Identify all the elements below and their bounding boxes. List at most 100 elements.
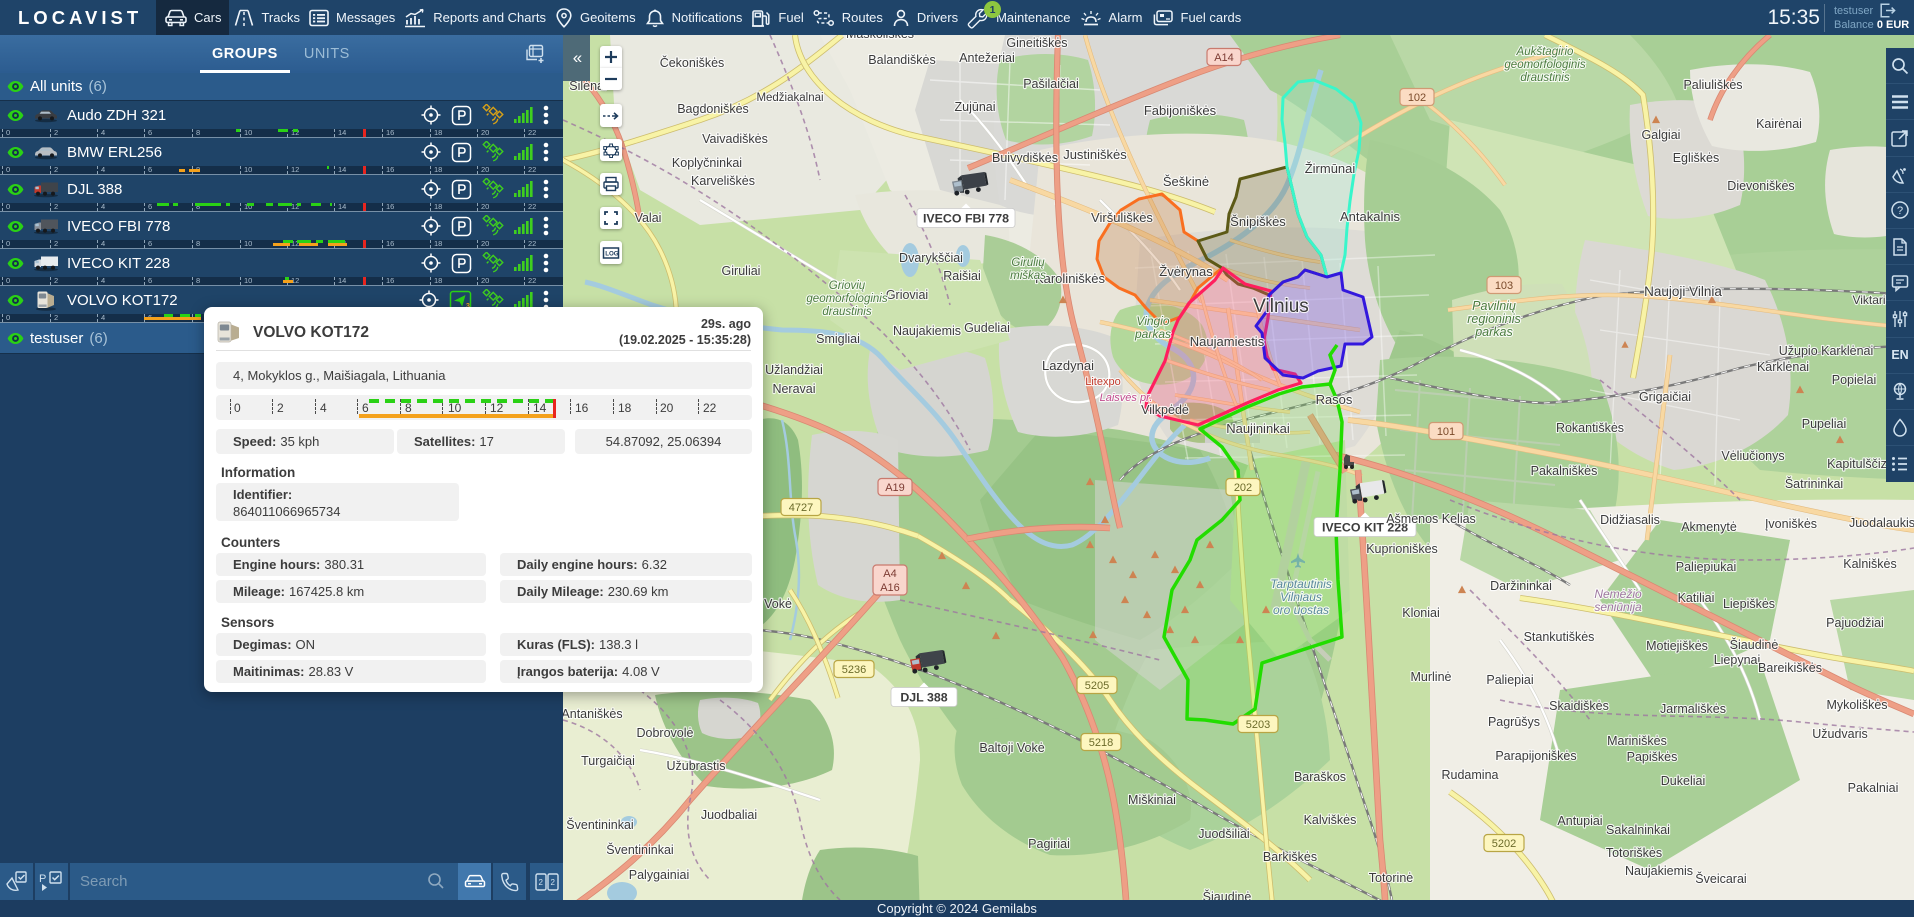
svg-text:miškas: miškas — [1010, 270, 1046, 282]
svg-text:4727: 4727 — [789, 502, 813, 514]
svg-text:Užlandžiai: Užlandžiai — [765, 363, 823, 377]
svg-text:Barkiškės: Barkiškės — [1263, 850, 1317, 864]
svg-text:Justiniškės: Justiniškės — [1063, 147, 1127, 162]
svg-text:draustinis: draustinis — [1520, 72, 1569, 84]
svg-text:Koplyčninkai: Koplyčninkai — [672, 156, 742, 170]
svg-text:Naujamiestis: Naujamiestis — [1190, 334, 1265, 349]
svg-text:regioninis: regioninis — [1467, 312, 1521, 326]
svg-text:Vokė: Vokė — [764, 597, 792, 611]
svg-text:Pakalniškės: Pakalniškės — [1531, 464, 1598, 478]
svg-text:Liepynai: Liepynai — [1714, 653, 1761, 667]
svg-text:Papiškės: Papiškės — [1627, 750, 1678, 764]
svg-text:Dievoniškės: Dievoniškės — [1727, 179, 1794, 193]
svg-text:Naujakiemis: Naujakiemis — [1625, 864, 1693, 878]
svg-text:102: 102 — [1408, 92, 1426, 104]
svg-text:Bagdoniškės: Bagdoniškės — [677, 102, 749, 116]
svg-text:Antupiai: Antupiai — [1557, 814, 1602, 828]
svg-text:seniūnija: seniūnija — [1594, 600, 1642, 614]
svg-text:Šiaudinė: Šiaudinė — [1203, 889, 1252, 900]
svg-text:2: 2 — [538, 878, 543, 887]
svg-text:Šveicarai: Šveicarai — [1695, 871, 1746, 886]
svg-text:Karveliškės: Karveliškės — [691, 174, 755, 188]
svg-text:101: 101 — [1437, 426, 1455, 438]
svg-text:Grigaičiai: Grigaičiai — [1639, 390, 1691, 404]
svg-text:Murlinė: Murlinė — [1411, 670, 1452, 684]
svg-text:Kuprioniškės: Kuprioniškės — [1366, 542, 1438, 556]
svg-text:5218: 5218 — [1089, 737, 1113, 749]
svg-text:Girulių: Girulių — [1011, 257, 1045, 269]
svg-text:oro uostas: oro uostas — [1273, 603, 1329, 617]
svg-text:Šventininkai: Šventininkai — [566, 817, 633, 832]
svg-text:Vilkpėdė: Vilkpėdė — [1141, 403, 1189, 417]
svg-text:Litexpo: Litexpo — [1085, 376, 1120, 388]
svg-text:Zujūnai: Zujūnai — [955, 100, 996, 114]
svg-text:Pajuodžiai: Pajuodžiai — [1826, 616, 1884, 630]
svg-text:Palygainiai: Palygainiai — [629, 868, 689, 882]
svg-text:A4: A4 — [883, 568, 896, 580]
svg-text:Kloniai: Kloniai — [1402, 606, 1440, 620]
svg-text:Rokantiškės: Rokantiškės — [1556, 421, 1624, 435]
svg-text:Antežeriai: Antežeriai — [959, 51, 1015, 65]
svg-text:Fabijoniškės: Fabijoniškės — [1144, 103, 1217, 118]
svg-text:Egliškės: Egliškės — [1673, 151, 1720, 165]
svg-text:?: ? — [1897, 205, 1903, 217]
svg-text:Parapijoniškės: Parapijoniškės — [1495, 749, 1576, 763]
svg-text:Juodbaliai: Juodbaliai — [701, 808, 757, 822]
svg-text:Čekoniškės: Čekoniškės — [660, 55, 725, 70]
svg-text:Žirmūnai: Žirmūnai — [1305, 161, 1356, 176]
svg-text:Naujoji Vilnia: Naujoji Vilnia — [1644, 284, 1722, 299]
svg-text:Rudamina: Rudamina — [1442, 768, 1499, 782]
svg-text:Balandiškės: Balandiškės — [868, 53, 935, 67]
svg-text:Valai: Valai — [635, 211, 662, 225]
svg-text:IVECO FBI 778: IVECO FBI 778 — [923, 212, 1009, 226]
svg-text:202: 202 — [1234, 482, 1252, 494]
svg-text:Žvėrynas: Žvėrynas — [1159, 264, 1213, 279]
svg-text:Motiejiškės: Motiejiškės — [1646, 639, 1708, 653]
svg-text:Bareikiškės: Bareikiškės — [1758, 661, 1822, 675]
svg-text:Stankutiškės: Stankutiškės — [1524, 630, 1595, 644]
svg-text:Dobrovolė: Dobrovolė — [637, 726, 694, 740]
svg-text:A16: A16 — [880, 582, 900, 594]
svg-text:Dvarykščiai: Dvarykščiai — [899, 251, 963, 265]
svg-text:draustinis: draustinis — [822, 306, 871, 318]
svg-text:parkas: parkas — [1474, 325, 1513, 339]
svg-text:Vėliučionys: Vėliučionys — [1721, 449, 1784, 463]
svg-text:Totoriškės: Totoriškės — [1606, 846, 1662, 860]
svg-text:Tarptautinis: Tarptautinis — [1270, 577, 1332, 591]
svg-text:Šnipiškės: Šnipiškės — [1230, 214, 1286, 229]
svg-text:Sakalninkai: Sakalninkai — [1606, 823, 1670, 837]
svg-text:Neravai: Neravai — [772, 382, 815, 396]
svg-text:5205: 5205 — [1085, 680, 1109, 692]
svg-text:P: P — [39, 873, 46, 885]
svg-text:Pupeliai: Pupeliai — [1802, 417, 1846, 431]
svg-text:Vingio: Vingio — [1136, 314, 1169, 328]
svg-text:Dukeliai: Dukeliai — [1661, 774, 1705, 788]
svg-text:Vilnius: Vilnius — [1253, 296, 1309, 317]
svg-text:Įvoniškės: Įvoniškės — [1765, 517, 1817, 531]
svg-text:Griovių: Griovių — [829, 280, 866, 292]
svg-text:geomorfologinis: geomorfologinis — [1504, 59, 1585, 71]
svg-text:Skaidiškės: Skaidiškės — [1549, 699, 1609, 713]
svg-text:geomorfologinis: geomorfologinis — [806, 293, 887, 305]
svg-text:Šventininkai: Šventininkai — [606, 842, 673, 857]
svg-text:LOG: LOG — [605, 250, 619, 257]
svg-text:103: 103 — [1495, 280, 1513, 292]
svg-text:Viršuliškės: Viršuliškės — [1091, 210, 1153, 225]
svg-text:Kapitulščiz: Kapitulščiz — [1827, 457, 1887, 471]
svg-text:Vaivadiškės: Vaivadiškės — [702, 132, 768, 146]
svg-text:Šiaudinė: Šiaudinė — [1730, 637, 1779, 652]
svg-text:Jarmališkės: Jarmališkės — [1660, 702, 1726, 716]
svg-text:Gudeliai: Gudeliai — [964, 321, 1010, 335]
svg-text:Antakalnis: Antakalnis — [1340, 209, 1400, 224]
svg-text:Popielai: Popielai — [1832, 373, 1876, 387]
svg-text:Miškiniai: Miškiniai — [1128, 793, 1176, 807]
svg-text:Rasos: Rasos — [1316, 392, 1353, 407]
svg-text:Antaniškės: Antaniškės — [563, 707, 623, 721]
svg-text:Karklėnai: Karklėnai — [1757, 360, 1809, 374]
svg-text:Kalniškės: Kalniškės — [1843, 557, 1897, 571]
svg-text:Užudvaris: Užudvaris — [1812, 727, 1868, 741]
svg-text:5203: 5203 — [1246, 719, 1270, 731]
svg-text:Turgaičiai: Turgaičiai — [581, 754, 635, 768]
svg-text:parkas: parkas — [1134, 327, 1171, 341]
svg-text:Užupio Karklėnai: Užupio Karklėnai — [1779, 344, 1874, 358]
